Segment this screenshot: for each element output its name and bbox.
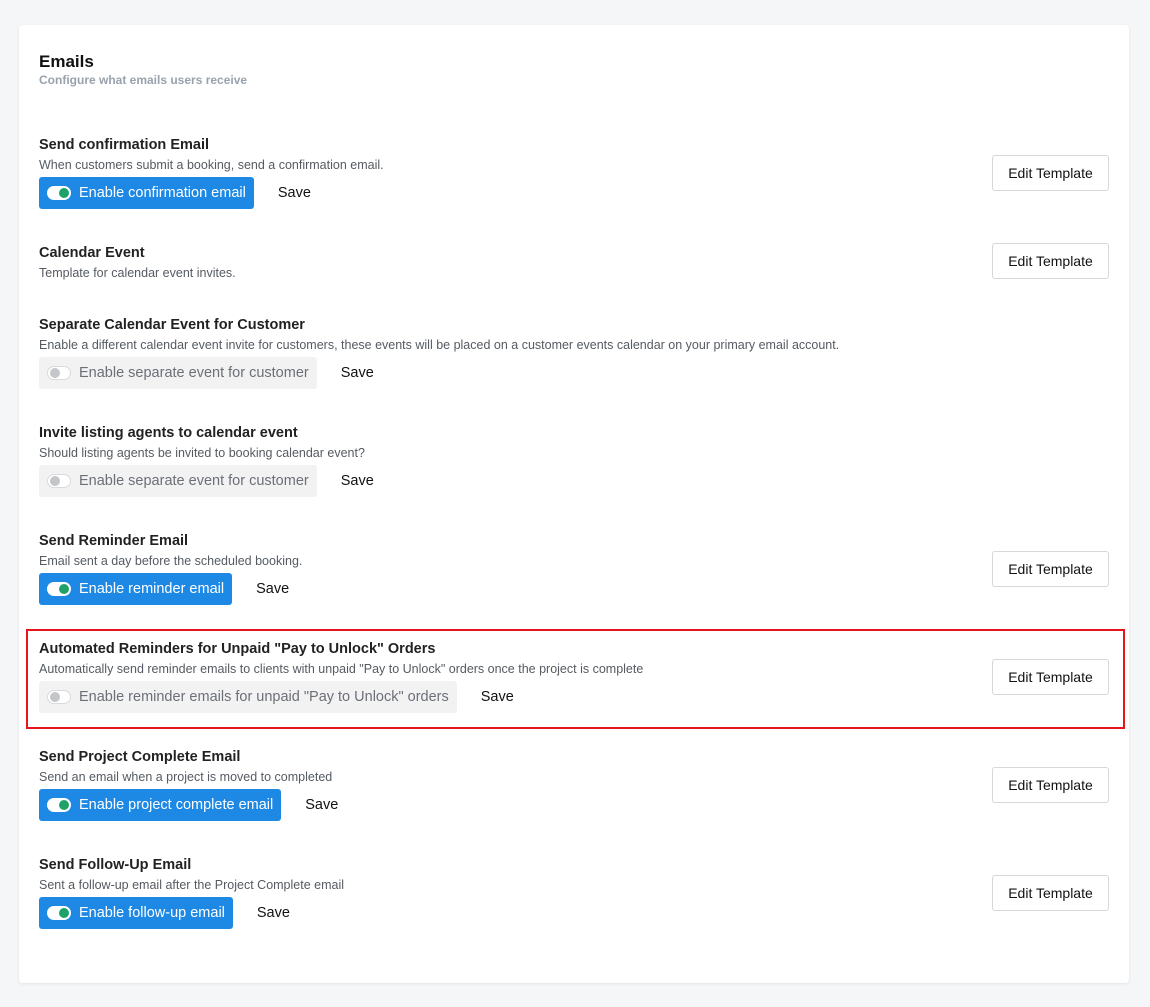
- edit-template-button[interactable]: Edit Template: [992, 243, 1109, 279]
- switch-on-icon: [47, 906, 71, 920]
- switch-off-icon: [47, 690, 71, 704]
- follow-up-toggle[interactable]: Enable follow-up email: [39, 897, 233, 929]
- toggle-label: Enable separate event for customer: [79, 365, 309, 381]
- save-button[interactable]: Save: [257, 905, 290, 921]
- separate-event-toggle[interactable]: Enable separate event for customer: [39, 357, 317, 389]
- confirmation-email-toggle[interactable]: Enable confirmation email: [39, 177, 254, 209]
- setting-title: Separate Calendar Event for Customer: [39, 317, 305, 333]
- switch-on-icon: [47, 186, 71, 200]
- save-button[interactable]: Save: [278, 185, 311, 201]
- save-button[interactable]: Save: [256, 581, 289, 597]
- setting-title: Send Project Complete Email: [39, 749, 241, 765]
- setting-title: Invite listing agents to calendar event: [39, 425, 298, 441]
- project-complete-toggle[interactable]: Enable project complete email: [39, 789, 282, 821]
- toggle-row: Enable separate event for customer Save: [39, 357, 374, 389]
- setting-description: Enable a different calendar event invite…: [39, 338, 840, 352]
- toggle-row: Enable reminder email Save: [39, 573, 289, 605]
- edit-template-button[interactable]: Edit Template: [992, 155, 1109, 191]
- setting-title: Automated Reminders for Unpaid "Pay to U…: [39, 641, 436, 657]
- toggle-row: Enable separate event for customer Save: [39, 465, 374, 497]
- toggle-label: Enable follow-up email: [79, 905, 225, 921]
- edit-template-button[interactable]: Edit Template: [992, 659, 1109, 695]
- switch-on-icon: [47, 798, 71, 812]
- toggle-row: Enable follow-up email Save: [39, 897, 290, 929]
- edit-template-button[interactable]: Edit Template: [992, 875, 1109, 911]
- setting-description: When customers submit a booking, send a …: [39, 158, 384, 172]
- save-button[interactable]: Save: [481, 689, 514, 705]
- setting-description: Sent a follow-up email after the Project…: [39, 878, 345, 892]
- toggle-label: Enable reminder email: [79, 581, 225, 597]
- save-button[interactable]: Save: [305, 797, 338, 813]
- setting-description: Should listing agents be invited to book…: [39, 446, 365, 460]
- switch-off-icon: [47, 474, 71, 488]
- invite-agents-toggle[interactable]: Enable separate event for customer: [39, 465, 317, 497]
- reminder-email-toggle[interactable]: Enable reminder email: [39, 573, 233, 605]
- setting-title: Send Reminder Email: [39, 533, 189, 549]
- toggle-row: Enable reminder emails for unpaid "Pay t…: [39, 681, 514, 713]
- toggle-label: Enable reminder emails for unpaid "Pay t…: [79, 689, 449, 705]
- setting-description: Template for calendar event invites.: [39, 266, 236, 280]
- edit-template-button[interactable]: Edit Template: [992, 767, 1109, 803]
- unpaid-reminders-toggle[interactable]: Enable reminder emails for unpaid "Pay t…: [39, 681, 457, 713]
- edit-template-button[interactable]: Edit Template: [992, 551, 1109, 587]
- setting-title: Send confirmation Email: [39, 137, 209, 153]
- save-button[interactable]: Save: [341, 365, 374, 381]
- toggle-row: Enable confirmation email Save: [39, 177, 311, 209]
- setting-title: Send Follow-Up Email: [39, 857, 192, 873]
- setting-title: Calendar Event: [39, 245, 145, 261]
- setting-description: Send an email when a project is moved to…: [39, 770, 333, 784]
- toggle-label: Enable separate event for customer: [79, 473, 309, 489]
- toggle-label: Enable confirmation email: [79, 185, 246, 201]
- toggle-row: Enable project complete email Save: [39, 789, 338, 821]
- setting-description: Email sent a day before the scheduled bo…: [39, 554, 303, 568]
- switch-on-icon: [47, 582, 71, 596]
- toggle-label: Enable project complete email: [79, 797, 274, 813]
- save-button[interactable]: Save: [341, 473, 374, 489]
- emails-settings-card: Emails Configure what emails users recei…: [19, 25, 1129, 983]
- switch-off-icon: [47, 366, 71, 380]
- page-title: Emails: [39, 52, 94, 71]
- page-subtitle: Configure what emails users receive: [39, 73, 248, 87]
- setting-description: Automatically send reminder emails to cl…: [39, 662, 644, 676]
